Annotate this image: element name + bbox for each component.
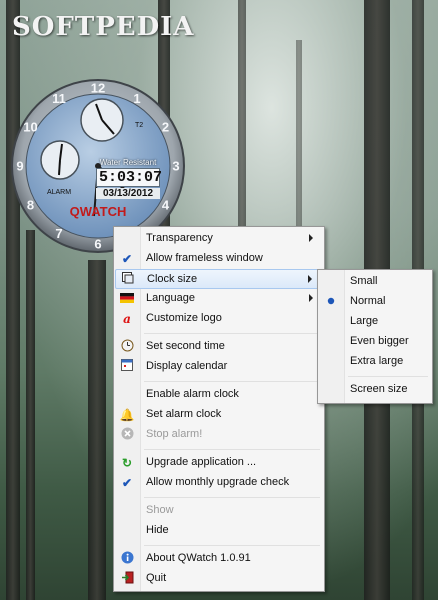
dial-number: 8 xyxy=(27,198,34,213)
menu-item-label: Set alarm clock xyxy=(146,408,222,420)
dial-number: 10 xyxy=(23,120,37,135)
menu-separator xyxy=(144,381,320,382)
menu-separator xyxy=(144,449,320,450)
menu-item-transparency[interactable]: Transparency xyxy=(115,229,323,249)
menu-item-label: Allow frameless window xyxy=(146,252,263,264)
digital-display: Water Resistant 5:03:07 03/13/2012 xyxy=(96,158,162,199)
exit-icon xyxy=(119,571,135,587)
submenu-item-large[interactable]: Large xyxy=(319,312,431,332)
submenu-arrow-icon xyxy=(309,294,313,302)
brand-label: QWATCH xyxy=(70,204,127,219)
menu-item-label: About QWatch 1.0.91 xyxy=(146,552,251,564)
refresh-icon: ↻ xyxy=(121,456,133,470)
dial-number: 11 xyxy=(52,91,66,106)
context-menu: Transparency ✔ Allow frameless window Cl… xyxy=(113,226,325,592)
menu-item-about[interactable]: About QWatch 1.0.91 xyxy=(115,549,323,569)
tree-trunk xyxy=(238,0,246,230)
submenu-item-label: Normal xyxy=(350,295,386,307)
flag-icon xyxy=(119,291,135,307)
menu-item-show[interactable]: Show xyxy=(115,501,323,521)
menu-separator xyxy=(144,545,320,546)
logo-icon: a xyxy=(123,312,131,326)
menu-item-customize-logo[interactable]: a Customize logo xyxy=(115,309,323,329)
submenu-item-extra-large[interactable]: Extra large xyxy=(319,352,431,372)
dial-number: 4 xyxy=(162,198,170,213)
info-icon xyxy=(119,551,135,567)
menu-item-label: Upgrade application ... xyxy=(146,456,257,468)
menu-item-label: Display calendar xyxy=(146,360,228,372)
dial-number: 6 xyxy=(94,237,101,252)
menu-item-language[interactable]: Language xyxy=(115,289,323,309)
stop-icon xyxy=(119,427,135,443)
menu-item-label: Language xyxy=(146,292,195,304)
submenu-item-label: Small xyxy=(350,275,378,287)
menu-item-hide[interactable]: Hide xyxy=(115,521,323,541)
menu-item-display-calendar[interactable]: Display calendar xyxy=(115,357,323,377)
menu-item-label: Show xyxy=(146,504,174,516)
dial-number: 1 xyxy=(133,91,140,106)
digital-date: 03/13/2012 xyxy=(96,188,160,199)
dial-number: 2 xyxy=(162,120,169,135)
submenu-arrow-icon xyxy=(309,234,313,242)
t2-label: T2 xyxy=(135,122,143,129)
alarm-label: ALARM xyxy=(47,189,71,196)
calendar-icon xyxy=(119,359,135,375)
menu-item-label: Allow monthly upgrade check xyxy=(146,476,290,488)
water-resistant-label: Water Resistant xyxy=(99,158,157,167)
checkmark-icon: ✔ xyxy=(121,252,133,266)
menu-item-set-alarm-clock[interactable]: 🔔 Set alarm clock xyxy=(115,405,323,425)
menu-item-upgrade-application[interactable]: ↻ Upgrade application ... xyxy=(115,453,323,473)
menu-item-allow-monthly-upgrade-check[interactable]: ✔ Allow monthly upgrade check xyxy=(115,473,323,493)
submenu-item-label: Even bigger xyxy=(350,335,409,347)
submenu-item-screen-size[interactable]: Screen size xyxy=(319,380,431,400)
softpedia-watermark: SOFTPEDIA xyxy=(12,12,195,42)
radio-selected-icon xyxy=(323,294,339,310)
clock-size-submenu: Small Normal Large Even bigger Extra lar… xyxy=(317,269,433,404)
window-icon xyxy=(120,272,136,288)
submenu-item-normal[interactable]: Normal xyxy=(319,292,431,312)
tree-trunk xyxy=(88,260,106,600)
dial-number: 3 xyxy=(172,159,179,174)
menu-separator xyxy=(144,333,320,334)
dial-number: 12 xyxy=(91,81,105,96)
tree-trunk xyxy=(26,230,35,600)
submenu-item-label: Extra large xyxy=(350,355,404,367)
menu-item-stop-alarm[interactable]: Stop alarm! xyxy=(115,425,323,445)
dial-number: 9 xyxy=(16,159,23,174)
menu-item-allow-frameless-window[interactable]: ✔ Allow frameless window xyxy=(115,249,323,269)
menu-item-label: Transparency xyxy=(146,232,213,244)
submenu-item-label: Screen size xyxy=(350,383,408,395)
clock-icon xyxy=(119,339,135,355)
menu-item-enable-alarm-clock[interactable]: Enable alarm clock xyxy=(115,385,323,405)
dial-number: 7 xyxy=(55,226,62,241)
tree-trunk xyxy=(296,40,302,230)
checkmark-icon: ✔ xyxy=(121,476,133,490)
menu-item-set-second-time[interactable]: Set second time xyxy=(115,337,323,357)
menu-item-label: Customize logo xyxy=(146,312,222,324)
menu-item-label: Quit xyxy=(146,572,167,584)
menu-item-clock-size[interactable]: Clock size xyxy=(115,269,323,289)
submenu-item-label: Large xyxy=(350,315,379,327)
menu-item-label: Hide xyxy=(146,524,169,536)
menu-item-label: Set second time xyxy=(146,340,225,352)
submenu-arrow-icon xyxy=(308,275,312,283)
menu-separator xyxy=(144,497,320,498)
menu-item-label: Enable alarm clock xyxy=(146,388,239,400)
digital-time: 5:03:07 xyxy=(96,168,162,187)
menu-item-label: Clock size xyxy=(147,273,198,285)
menu-item-label: Stop alarm! xyxy=(146,428,203,440)
submenu-item-even-bigger[interactable]: Even bigger xyxy=(319,332,431,352)
menu-item-quit[interactable]: Quit xyxy=(115,569,323,589)
submenu-item-small[interactable]: Small xyxy=(319,272,431,292)
bell-icon: 🔔 xyxy=(119,408,135,422)
menu-separator xyxy=(348,376,428,377)
